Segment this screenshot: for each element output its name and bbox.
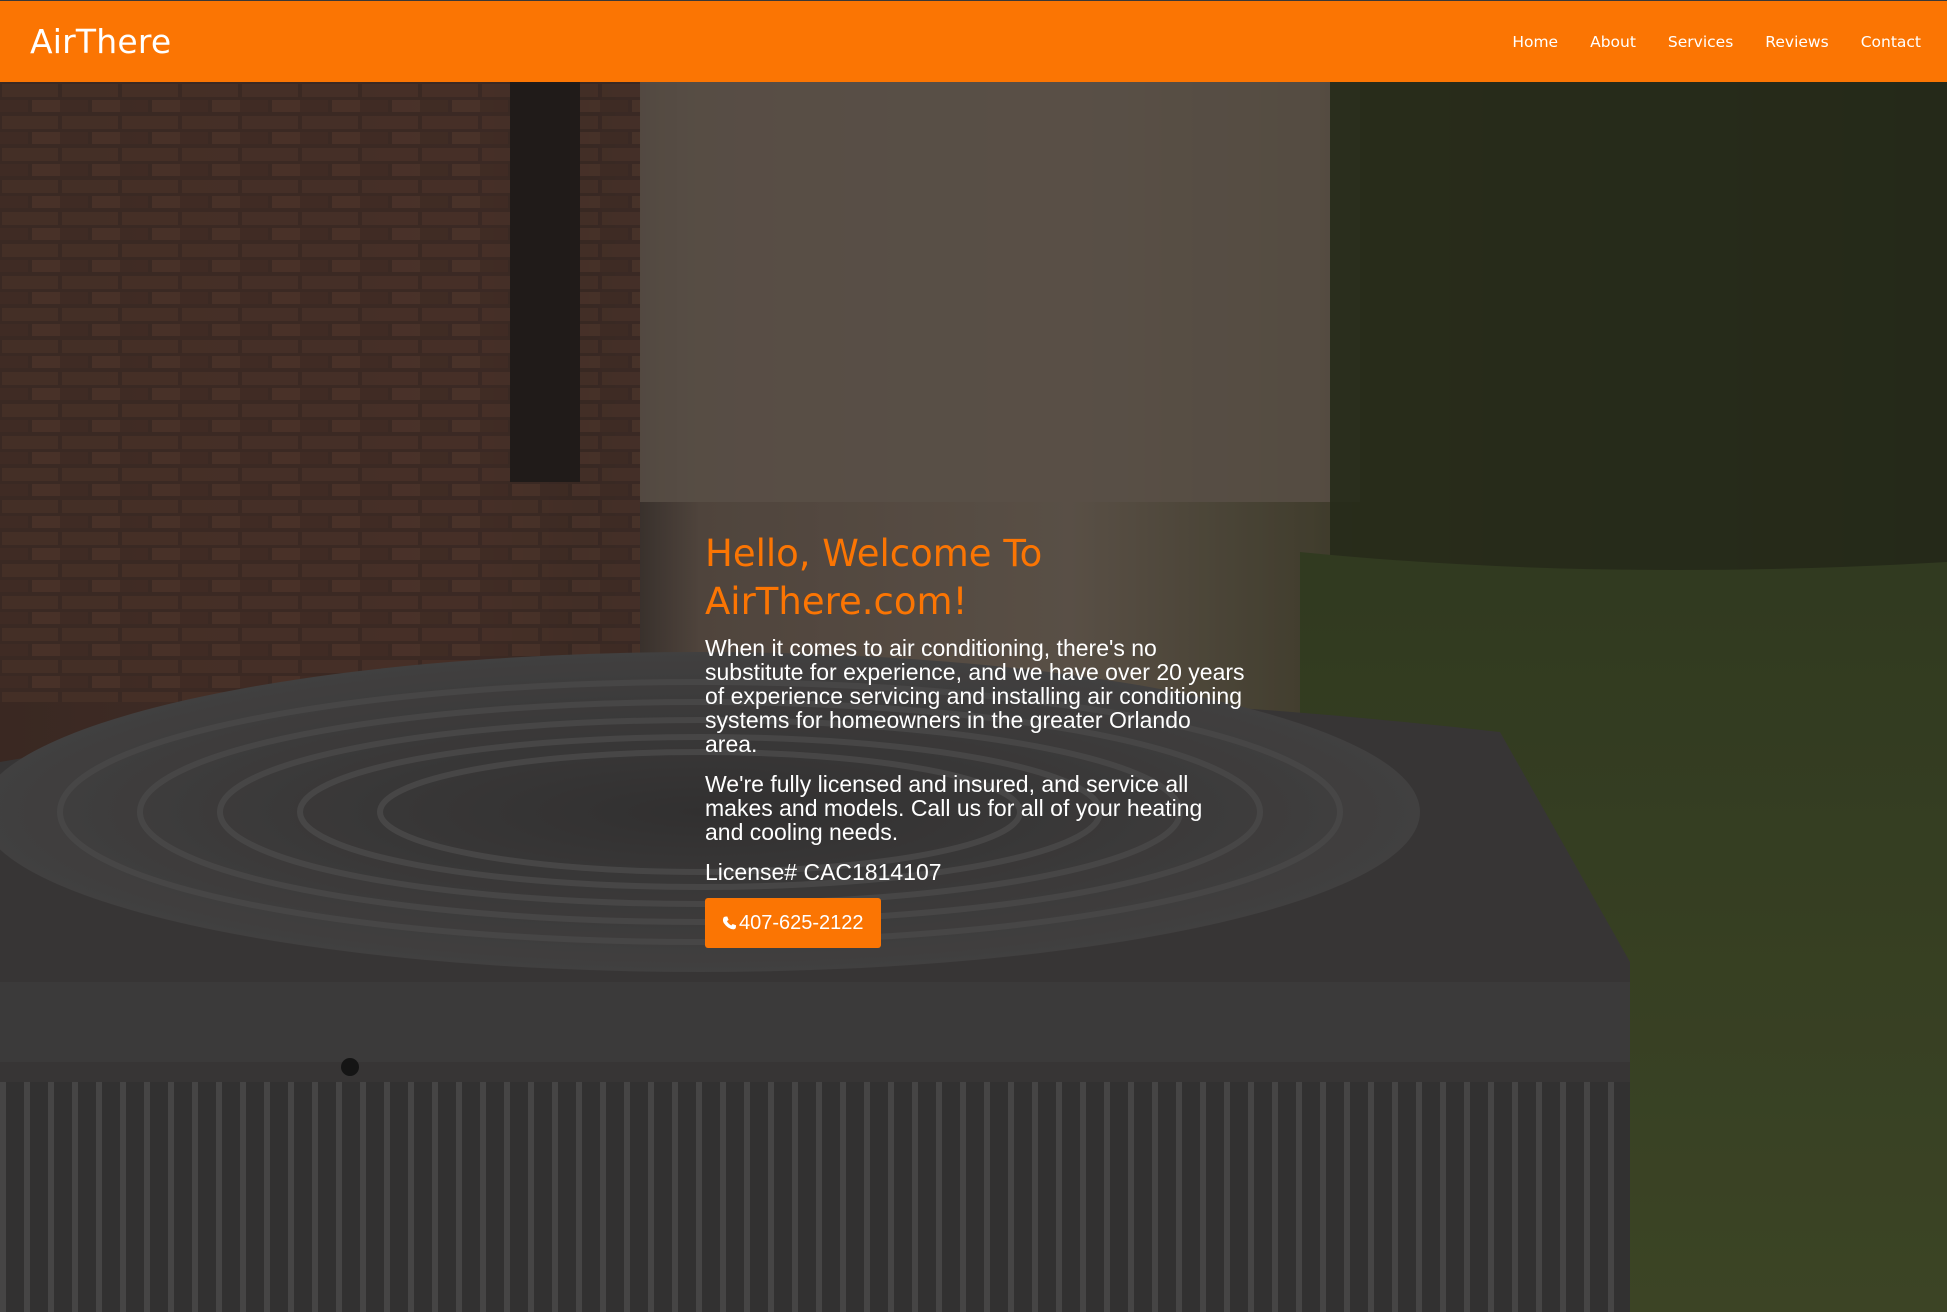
- nav-link-about[interactable]: About: [1590, 33, 1636, 51]
- nav-link-home[interactable]: Home: [1512, 33, 1558, 51]
- intro-paragraph: When it comes to air conditioning, there…: [705, 635, 1245, 757]
- hero-section: Hello, Welcome To AirThere.com! When it …: [0, 82, 1947, 1312]
- welcome-content: Hello, Welcome To AirThere.com! When it …: [705, 530, 1245, 948]
- nav-links: Home About Services Reviews Contact: [1480, 33, 1921, 51]
- welcome-heading-line2: AirThere.com!: [705, 580, 968, 623]
- nav-link-services[interactable]: Services: [1668, 33, 1733, 51]
- call-phone-button[interactable]: 407-625-2122: [705, 898, 881, 948]
- phone-icon: [722, 916, 737, 930]
- nav-link-reviews[interactable]: Reviews: [1765, 33, 1828, 51]
- top-navbar: AirThere Home About Services Reviews Con…: [0, 1, 1947, 82]
- welcome-heading-line1: Hello, Welcome To: [705, 532, 1043, 575]
- brand-logo[interactable]: AirThere: [30, 22, 171, 61]
- license-number: License# CAC1814107: [705, 859, 942, 885]
- welcome-heading: Hello, Welcome To AirThere.com!: [705, 530, 1245, 626]
- licensed-paragraph: We're fully licensed and insured, and se…: [705, 771, 1203, 845]
- nav-link-contact[interactable]: Contact: [1861, 33, 1921, 51]
- phone-number: 407-625-2122: [739, 911, 864, 934]
